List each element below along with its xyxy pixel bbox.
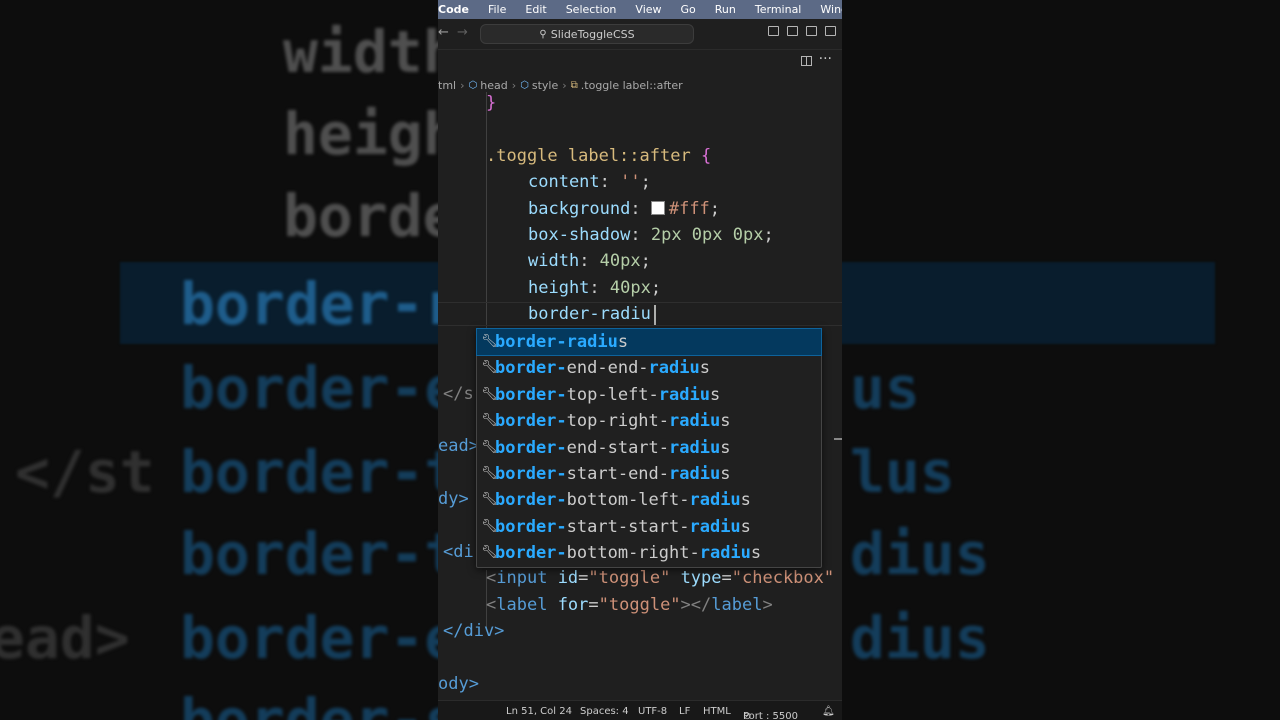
split-editor-icon[interactable] <box>801 56 812 66</box>
suggestion-item[interactable]: 🔧︎ border-bottom-right-radius <box>477 540 821 566</box>
code-line: content: ''; <box>528 172 651 192</box>
wrench-icon: 🔧︎ <box>481 334 498 349</box>
wrench-icon: 🔧︎ <box>481 360 498 375</box>
cursor-position[interactable]: Ln 51, Col 24 <box>506 706 572 717</box>
chevron-right-icon: › <box>511 78 517 92</box>
menu-file[interactable]: File <box>488 3 506 16</box>
vscode-window: Code File Edit Selection View Go Run Ter… <box>438 0 842 720</box>
chevron-right-icon: › <box>562 78 567 92</box>
suggestion-item[interactable]: 🔧︎ border-start-end-radius <box>477 461 821 487</box>
end-of-line[interactable]: LF <box>679 706 690 717</box>
code-line: <di <box>443 542 474 562</box>
suggestion-item[interactable]: 🔧︎ border-radius <box>476 328 822 356</box>
suggestion-item[interactable]: 🔧︎ border-end-start-radius <box>477 435 821 461</box>
text-caret <box>654 305 656 325</box>
search-text: SlideToggleCSS <box>550 27 635 41</box>
editor-tab-row: ··· <box>438 50 842 74</box>
color-swatch[interactable] <box>650 201 665 215</box>
language-mode[interactable]: HTML <box>703 706 731 717</box>
breadcrumb-item-selector[interactable]: .toggle label::after <box>581 79 683 92</box>
arrow-left-icon[interactable]: ← <box>438 25 449 40</box>
search-icon: ⚲ <box>539 28 547 40</box>
menu-selection[interactable]: Selection <box>566 3 617 16</box>
code-line: ead> <box>438 436 479 456</box>
arrow-right-icon[interactable]: → <box>457 25 468 40</box>
scrollbar-marker[interactable] <box>834 438 842 440</box>
selector-icon: ⧉ <box>570 79 578 91</box>
suggestion-item[interactable]: 🔧︎ border-top-right-radius <box>477 408 821 434</box>
suggestion-item[interactable]: 🔧︎ border-bottom-left-radius <box>477 487 821 513</box>
menu-run[interactable]: Run <box>715 3 736 16</box>
wrench-icon: 🔧︎ <box>481 545 498 560</box>
command-center-search[interactable]: ⚲ SlideToggleCSS <box>480 24 694 44</box>
code-line: } <box>486 93 497 113</box>
menu-window[interactable]: Wind <box>820 3 842 16</box>
code-editor[interactable]: } .toggle label::after { content: ''; ba… <box>438 92 842 700</box>
toggle-sidebar-icon[interactable] <box>768 26 779 36</box>
autocomplete-widget: 🔧︎ border-radius 🔧︎ border-end-end-radiu… <box>476 328 822 568</box>
toggle-secondary-sidebar-icon[interactable] <box>806 26 817 36</box>
suggestion-item[interactable]: 🔧︎ border-start-start-radius <box>477 514 821 540</box>
suggestion-item[interactable]: 🔧︎ border-top-left-radius <box>477 382 821 408</box>
wrench-icon: 🔧︎ <box>481 387 498 402</box>
code-line: ody> <box>438 674 479 694</box>
indentation[interactable]: Spaces: 4 <box>580 706 629 717</box>
wrench-icon: 🔧︎ <box>481 466 498 481</box>
mac-menubar: Code File Edit Selection View Go Run Ter… <box>438 0 842 19</box>
cube-icon: ⬡ <box>520 79 529 91</box>
code-line: height: 40px; <box>528 278 662 298</box>
layout-controls <box>768 26 836 36</box>
title-bar: ← → ⚲ SlideToggleCSS <box>438 19 842 50</box>
wrench-icon: 🔧︎ <box>481 413 498 428</box>
bell-icon[interactable]: 🔔︎ <box>822 706 835 717</box>
code-line: dy> <box>438 489 469 509</box>
menu-edit[interactable]: Edit <box>525 3 546 16</box>
breadcrumb-file[interactable]: tml <box>438 79 456 92</box>
customize-layout-icon[interactable] <box>825 26 836 36</box>
breadcrumb-item-style[interactable]: style <box>532 79 558 92</box>
menu-app-name[interactable]: Code <box>438 3 469 16</box>
code-line-current: border-radiu <box>528 304 651 324</box>
code-line: .toggle label::after { <box>486 146 712 166</box>
code-line: background: #fff; <box>528 199 721 219</box>
code-line: box-shadow: 2px 0px 0px; <box>528 225 774 245</box>
toggle-panel-icon[interactable] <box>787 26 798 36</box>
breadcrumb-item-head[interactable]: head <box>480 79 507 92</box>
menu-go[interactable]: Go <box>681 3 696 16</box>
cube-icon: ⬡ <box>468 79 478 91</box>
wrench-icon: 🔧︎ <box>481 519 498 534</box>
chevron-right-icon: › <box>460 78 465 92</box>
status-bar: Ln 51, Col 24 Spaces: 4 UTF-8 LF HTML ⊘ … <box>438 700 842 720</box>
encoding[interactable]: UTF-8 <box>638 706 667 717</box>
menu-terminal[interactable]: Terminal <box>755 3 802 16</box>
code-line: width: 40px; <box>528 251 651 271</box>
wrench-icon: 🔧︎ <box>481 440 498 455</box>
menu-view[interactable]: View <box>635 3 661 16</box>
more-actions-icon[interactable]: ··· <box>819 51 832 67</box>
code-line: </s <box>443 384 474 404</box>
suggestion-item[interactable]: 🔧︎ border-end-end-radius <box>477 355 821 381</box>
wrench-icon: 🔧︎ <box>481 492 498 507</box>
